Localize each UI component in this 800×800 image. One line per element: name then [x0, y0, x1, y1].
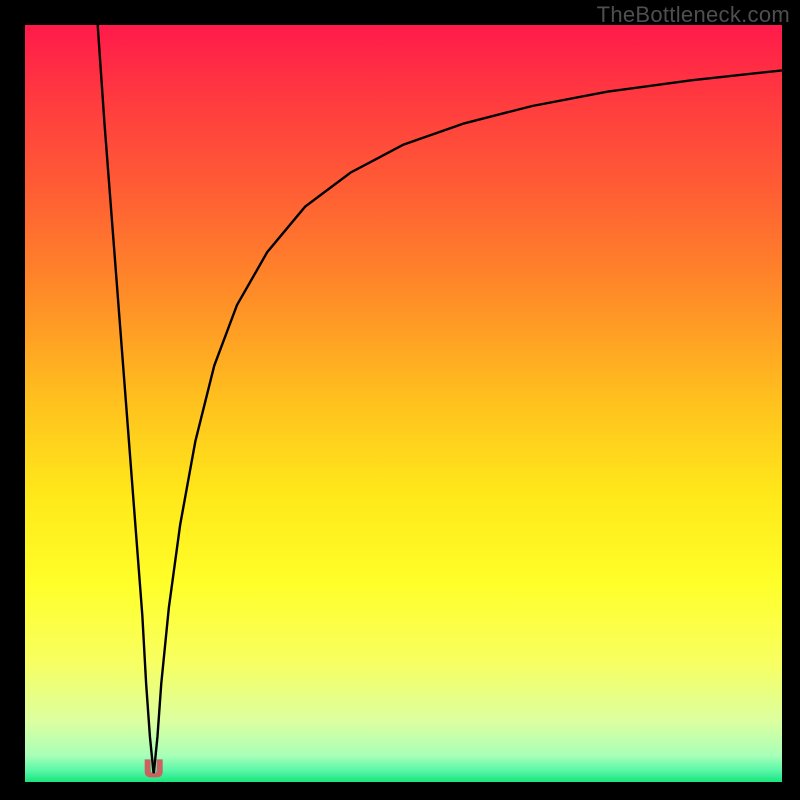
plot-svg — [25, 25, 782, 782]
heatmap-background — [25, 25, 782, 782]
watermark-text: TheBottleneck.com — [597, 2, 790, 28]
chart-frame: TheBottleneck.com — [0, 0, 800, 800]
plot-area — [25, 25, 782, 782]
